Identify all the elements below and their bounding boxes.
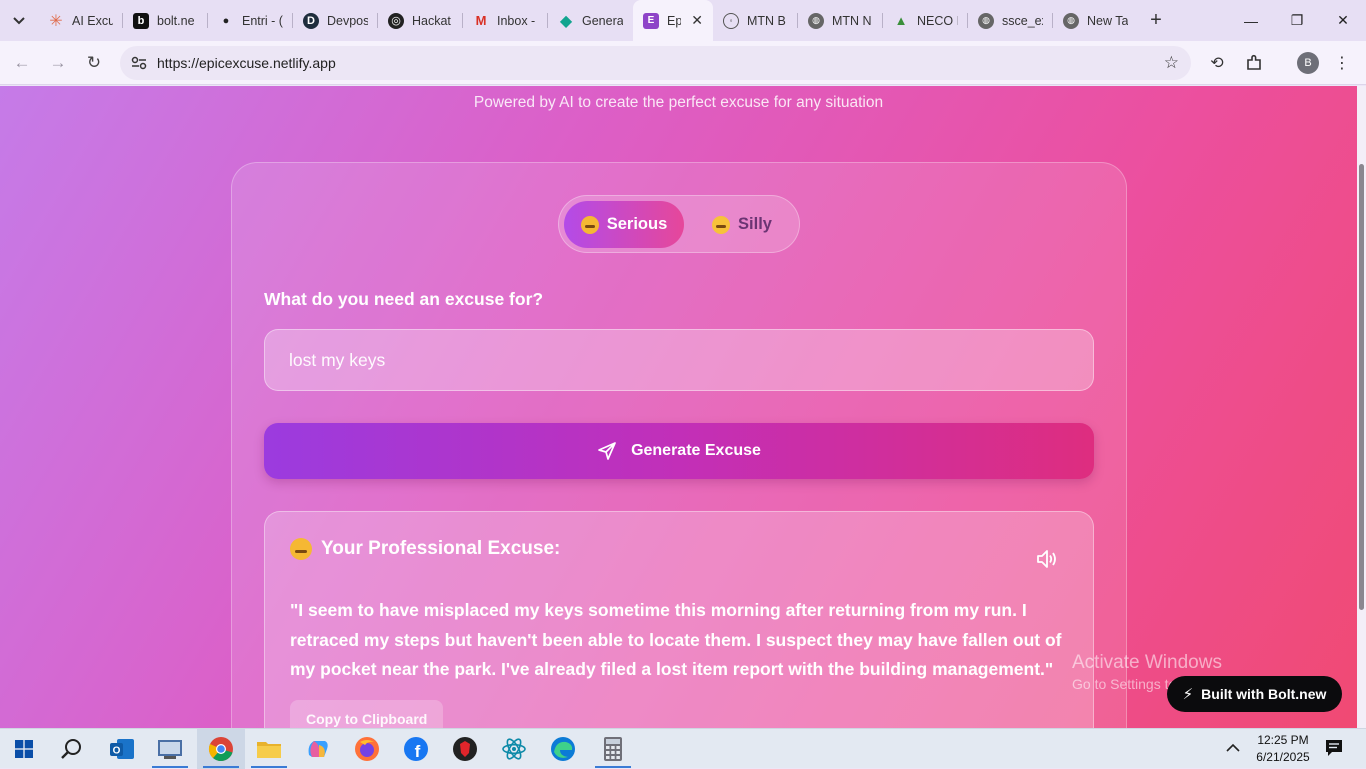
result-title: Your Professional Excuse: bbox=[290, 538, 560, 560]
excuse-generator-card: Serious Silly What do you need an excuse… bbox=[231, 162, 1127, 728]
result-panel: Your Professional Excuse: "I seem to hav… bbox=[264, 511, 1094, 728]
excuse-topic-input[interactable]: lost my keys bbox=[264, 329, 1094, 391]
mode-toggle: Serious Silly bbox=[558, 195, 800, 253]
serious-label: Serious bbox=[606, 215, 668, 233]
lightning-icon: ⚡ bbox=[1182, 686, 1194, 703]
tab-strip: ✳ AI Excu b bolt.ne ● Entri - ( D Devpos… bbox=[0, 0, 1366, 41]
history-icon[interactable]: ⟲ bbox=[1204, 50, 1230, 76]
windows-start-icon[interactable] bbox=[0, 729, 48, 769]
menu-kebab-icon[interactable]: ⋮ bbox=[1329, 50, 1355, 76]
grinning-face-icon bbox=[712, 215, 731, 234]
firefox-icon[interactable] bbox=[343, 729, 391, 769]
tab-ai-excuse[interactable]: ✳ AI Excu bbox=[38, 0, 123, 41]
page-scrollbar[interactable] bbox=[1357, 86, 1366, 728]
speaker-icon[interactable] bbox=[1035, 548, 1059, 570]
file-explorer-icon[interactable] bbox=[245, 729, 293, 769]
neco-icon: ▲ bbox=[894, 13, 908, 28]
toolbar: ← → ↻ https://epicexcuse.netlify.app ☆ ⟲… bbox=[0, 41, 1366, 85]
result-title-text: Your Professional Excuse: bbox=[321, 538, 561, 559]
clock-time: 12:25 PM bbox=[1257, 733, 1309, 747]
minimize-icon[interactable]: — bbox=[1228, 0, 1274, 41]
globe-icon: ◍ bbox=[978, 12, 994, 29]
tab-new-tab[interactable]: ◍ New Ta bbox=[1053, 0, 1138, 41]
send-icon bbox=[598, 442, 616, 460]
devpost-icon: D bbox=[303, 12, 319, 29]
tab-entri[interactable]: ● Entri - ( bbox=[208, 0, 293, 41]
brave-like-icon[interactable] bbox=[441, 729, 489, 769]
forward-button[interactable]: → bbox=[44, 49, 72, 77]
copy-to-clipboard-button[interactable]: Copy to Clipboard bbox=[290, 700, 444, 728]
new-tab-button[interactable]: + bbox=[1138, 0, 1174, 41]
diamond-icon: ◆ bbox=[559, 12, 573, 30]
generate-label: Generate Excuse bbox=[631, 442, 761, 459]
tab-ssce[interactable]: ◍ ssce_ex bbox=[968, 0, 1053, 41]
svg-text:f: f bbox=[415, 742, 421, 761]
copilot-icon[interactable] bbox=[294, 729, 342, 769]
reload-button[interactable]: ↻ bbox=[80, 49, 108, 77]
extensions-icon[interactable] bbox=[1241, 50, 1267, 76]
edge-icon[interactable] bbox=[539, 729, 587, 769]
clock-date: 6/21/2025 bbox=[1256, 750, 1310, 764]
asterisk-icon: ✳ bbox=[49, 12, 63, 30]
windows-taskbar: O f 12:25 PM 6/21/2025 bbox=[0, 728, 1366, 769]
restore-icon[interactable]: ❐ bbox=[1274, 0, 1320, 41]
react-icon[interactable] bbox=[490, 729, 538, 769]
chrome-icon[interactable] bbox=[197, 729, 245, 769]
chrome-icon: ◍ bbox=[1063, 12, 1079, 29]
svg-text:O: O bbox=[113, 746, 121, 757]
activate-windows-title: Activate Windows bbox=[1072, 652, 1222, 673]
tab-mtn-b[interactable]: ◦ MTN B bbox=[713, 0, 798, 41]
profile-avatar[interactable]: B bbox=[1297, 52, 1319, 74]
search-icon[interactable] bbox=[48, 729, 96, 769]
bookmark-star-icon[interactable]: ☆ bbox=[1164, 53, 1179, 73]
entri-icon: ● bbox=[222, 14, 230, 27]
facebook-icon[interactable]: f bbox=[392, 729, 440, 769]
url-text[interactable]: https://epicexcuse.netlify.app bbox=[157, 55, 336, 71]
hackathon-icon: ◎ bbox=[388, 12, 404, 29]
site-info-icon[interactable] bbox=[129, 53, 149, 73]
address-bar[interactable]: https://epicexcuse.netlify.app ☆ bbox=[120, 46, 1191, 80]
tab-gmail[interactable]: M Inbox - bbox=[463, 0, 548, 41]
badge-label: Built with Bolt.new bbox=[1201, 686, 1327, 702]
serious-mode-button[interactable]: Serious bbox=[564, 201, 684, 248]
gmail-icon: M bbox=[475, 13, 487, 28]
silly-label: Silly bbox=[738, 215, 772, 233]
page-viewport: Powered by AI to create the perfect excu… bbox=[0, 86, 1357, 728]
close-window-icon[interactable]: ✕ bbox=[1320, 0, 1366, 41]
pensive-face-icon bbox=[580, 215, 599, 234]
question-label: What do you need an excuse for? bbox=[264, 289, 544, 309]
back-button[interactable]: ← bbox=[8, 49, 36, 77]
silly-mode-button[interactable]: Silly bbox=[689, 201, 795, 248]
tab-generate[interactable]: ◆ Genera bbox=[548, 0, 633, 41]
generate-excuse-button[interactable]: Generate Excuse bbox=[264, 423, 1094, 479]
virtualbox-icon[interactable] bbox=[146, 729, 194, 769]
tab-mtn-n[interactable]: ◍ MTN N bbox=[798, 0, 883, 41]
tab-hackathon[interactable]: ◎ Hackat bbox=[378, 0, 463, 41]
page-tagline: Powered by AI to create the perfect excu… bbox=[473, 94, 884, 111]
tab-neco[interactable]: ▲ NECO I bbox=[883, 0, 968, 41]
excuse-text: "I seem to have misplaced my keys someti… bbox=[290, 600, 1062, 679]
calculator-icon[interactable] bbox=[589, 729, 637, 769]
system-clock[interactable]: 12:25 PM 6/21/2025 bbox=[1253, 732, 1313, 766]
tab-search-icon[interactable] bbox=[0, 0, 38, 41]
notifications-icon[interactable] bbox=[1324, 738, 1344, 758]
built-with-bolt-badge[interactable]: ⚡ Built with Bolt.new bbox=[1167, 676, 1342, 712]
globe-icon: ◍ bbox=[808, 12, 824, 29]
chevron-up-icon[interactable] bbox=[1226, 739, 1240, 755]
outlook-icon[interactable]: O bbox=[98, 729, 146, 769]
pensive-face-icon bbox=[290, 538, 312, 560]
mtn-icon: ◦ bbox=[723, 12, 739, 29]
close-tab-icon[interactable]: ✕ bbox=[691, 12, 703, 29]
tab-bolt[interactable]: b bolt.ne bbox=[123, 0, 208, 41]
bolt-b-icon: b bbox=[133, 12, 149, 29]
scrollbar-thumb[interactable] bbox=[1359, 164, 1364, 610]
tab-devpost[interactable]: D Devpos bbox=[293, 0, 378, 41]
tab-epic-excuse[interactable]: E Ep ✕ bbox=[633, 0, 713, 41]
epic-icon: E bbox=[643, 12, 659, 29]
input-value: lost my keys bbox=[289, 349, 386, 370]
